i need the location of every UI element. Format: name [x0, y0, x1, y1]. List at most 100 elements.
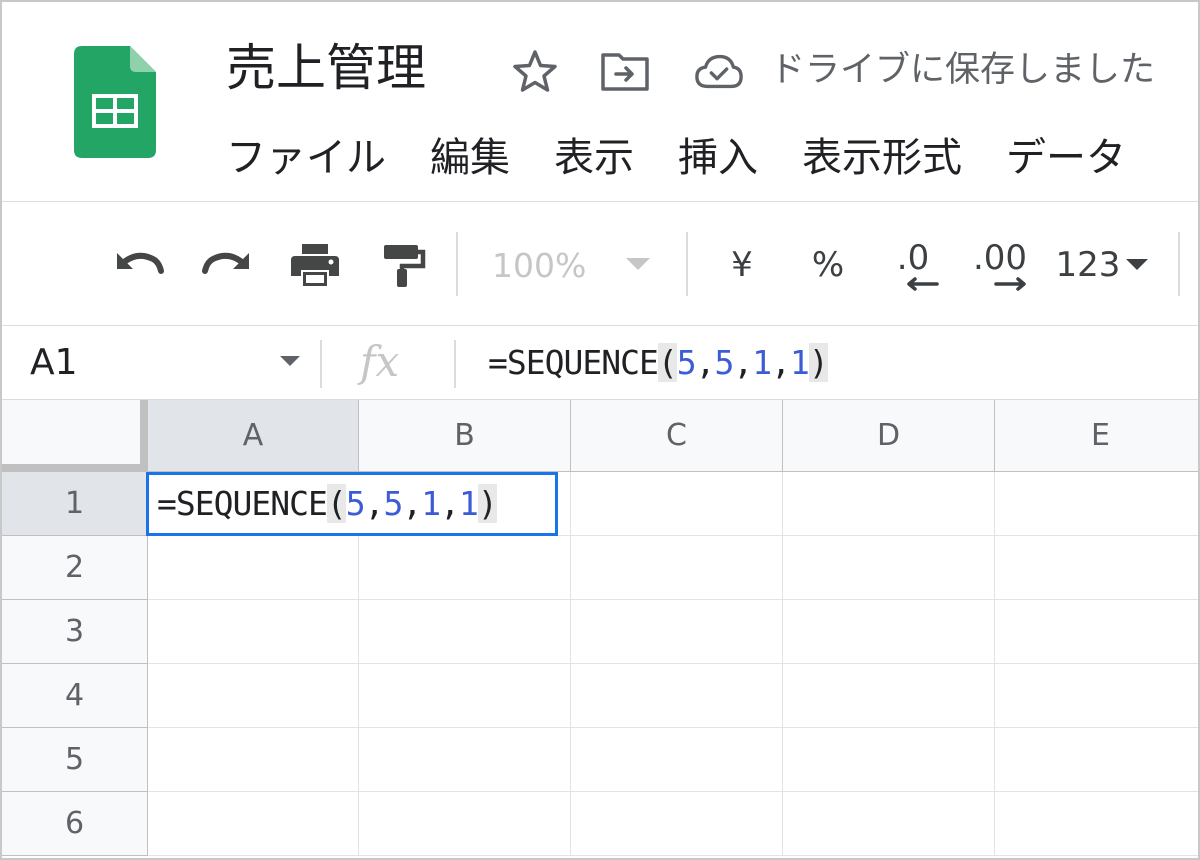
cell-c2[interactable]	[571, 536, 783, 600]
more-formats-button[interactable]: 123	[1052, 238, 1152, 292]
column-header-c[interactable]: C	[571, 400, 783, 472]
formula-open-paren: (	[326, 484, 347, 523]
print-icon	[291, 244, 339, 286]
active-cell-editor[interactable]: =SEQUENCE(5,5,1,1)	[146, 472, 558, 536]
menu-data[interactable]: データ	[1006, 128, 1126, 188]
cell-d3[interactable]	[783, 600, 995, 664]
document-title[interactable]: 売上管理	[226, 36, 426, 100]
formula-arg-step: 1	[789, 343, 810, 382]
paint-format-button[interactable]	[374, 238, 432, 292]
cell-d5[interactable]	[783, 728, 995, 792]
redo-button[interactable]	[198, 238, 256, 292]
menu-file[interactable]: ファイル	[226, 128, 386, 188]
cell-e1[interactable]	[995, 472, 1198, 536]
menu-view[interactable]: 表示	[554, 128, 634, 188]
toolbar-divider	[686, 232, 688, 296]
cell-a2[interactable]	[148, 536, 359, 600]
cell-e3[interactable]	[995, 600, 1198, 664]
row-header-3[interactable]: 3	[2, 600, 148, 664]
column-header-b[interactable]: B	[359, 400, 571, 472]
app-window: 売上管理 ドライブに保存しました ファイル 編集 表示 挿入 表示形式 データ …	[0, 0, 1200, 860]
select-all-corner[interactable]	[2, 400, 148, 472]
arrow-right-icon	[994, 277, 1026, 291]
toolbar-divider	[1178, 232, 1180, 296]
formula-arg-rows: 5	[345, 484, 366, 523]
sheet-grid: A B C D E 1 2 3 4 5 6 =SEQUENCE(5,5,1,1)	[2, 400, 1198, 858]
save-status[interactable]: ドライブに保存しました	[770, 46, 1155, 94]
row-header-2[interactable]: 2	[2, 536, 148, 600]
column-header-e[interactable]: E	[995, 400, 1198, 472]
menu-insert[interactable]: 挿入	[678, 128, 758, 188]
row-header-4[interactable]: 4	[2, 664, 148, 728]
formula-separator: ,	[733, 343, 753, 382]
format-currency-button[interactable]: ¥	[718, 238, 766, 292]
formula-function: =SEQUENCE	[488, 343, 659, 382]
cell-a3[interactable]	[148, 600, 359, 664]
column-header-d[interactable]: D	[783, 400, 995, 472]
cell-a5[interactable]	[148, 728, 359, 792]
format-percent-button[interactable]: %	[804, 238, 852, 292]
formula-bar: A1 fx =SEQUENCE(5,5,1,1)	[2, 326, 1198, 400]
cell-e5[interactable]	[995, 728, 1198, 792]
cell-c4[interactable]	[571, 664, 783, 728]
move-to-folder-icon[interactable]	[600, 46, 650, 96]
formula-arg-columns: 5	[714, 343, 734, 382]
google-sheets-logo[interactable]	[74, 46, 156, 158]
cell-b4[interactable]	[359, 664, 571, 728]
cell-c1[interactable]	[571, 472, 783, 536]
cloud-done-icon[interactable]	[694, 46, 744, 96]
more-formats-label: 123	[1055, 245, 1121, 285]
cell-formula-text: =SEQUENCE(5,5,1,1)	[157, 479, 498, 529]
menu-format[interactable]: 表示形式	[802, 128, 962, 188]
formula-arg-start: 1	[752, 343, 772, 382]
cell-d4[interactable]	[783, 664, 995, 728]
formula-input[interactable]: =SEQUENCE(5,5,1,1)	[488, 338, 829, 388]
cell-a6[interactable]	[148, 792, 359, 856]
formula-bar-divider	[320, 340, 322, 388]
cell-b5[interactable]	[359, 728, 571, 792]
cell-d1[interactable]	[783, 472, 995, 536]
formula-separator: ,	[440, 484, 460, 523]
undo-icon	[117, 252, 164, 274]
chevron-down-icon	[626, 258, 651, 270]
cell-e2[interactable]	[995, 536, 1198, 600]
formula-function: =SEQUENCE	[157, 484, 328, 523]
print-button[interactable]	[286, 238, 344, 292]
cell-b3[interactable]	[359, 600, 571, 664]
cell-c6[interactable]	[571, 792, 783, 856]
formula-arg-start: 1	[421, 484, 441, 523]
undo-button[interactable]	[110, 238, 168, 292]
zoom-value: 100%	[492, 245, 587, 285]
increase-decimal-button[interactable]: .00	[966, 238, 1034, 292]
row-header-6[interactable]: 6	[2, 792, 148, 856]
cell-e4[interactable]	[995, 664, 1198, 728]
decrease-decimal-button[interactable]: .0	[882, 238, 944, 292]
formula-close-paren: )	[477, 484, 498, 523]
cell-d6[interactable]	[783, 792, 995, 856]
cell-c5[interactable]	[571, 728, 783, 792]
cell-c3[interactable]	[571, 600, 783, 664]
paint-format-icon	[384, 245, 426, 287]
formula-arg-step: 1	[458, 484, 479, 523]
chevron-down-icon	[1126, 259, 1149, 270]
decrease-decimal-label: .0	[896, 238, 930, 278]
formula-separator: ,	[402, 484, 422, 523]
cell-e6[interactable]	[995, 792, 1198, 856]
column-header-a[interactable]: A	[148, 400, 359, 472]
menu-bar: ファイル 編集 表示 挿入 表示形式 データ	[226, 128, 1170, 188]
row-header-1[interactable]: 1	[2, 472, 148, 536]
formula-separator: ,	[695, 343, 716, 382]
name-box[interactable]: A1	[30, 338, 78, 388]
cell-b6[interactable]	[359, 792, 571, 856]
cell-a4[interactable]	[148, 664, 359, 728]
chevron-down-icon[interactable]	[280, 356, 300, 368]
formula-close-paren: )	[808, 343, 829, 382]
cell-d2[interactable]	[783, 536, 995, 600]
zoom-select[interactable]: 100%	[492, 238, 672, 292]
menu-edit[interactable]: 編集	[430, 128, 510, 188]
cell-b2[interactable]	[359, 536, 571, 600]
formula-open-paren: (	[657, 343, 678, 382]
fx-icon: fx	[360, 337, 400, 386]
row-header-5[interactable]: 5	[2, 728, 148, 792]
star-icon[interactable]	[510, 46, 560, 96]
